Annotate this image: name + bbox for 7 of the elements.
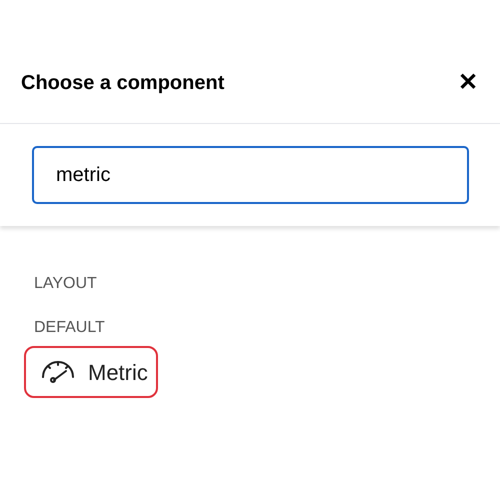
dialog-title: Choose a component (21, 71, 224, 96)
section-heading: LAYOUT (34, 274, 98, 294)
component-item[interactable]: Metric (24, 346, 158, 398)
search-field[interactable]: metric (32, 146, 469, 204)
section-heading: DEFAULT (34, 318, 106, 338)
close-button[interactable]: ✕ (458, 71, 478, 95)
gauge-icon (40, 359, 76, 385)
